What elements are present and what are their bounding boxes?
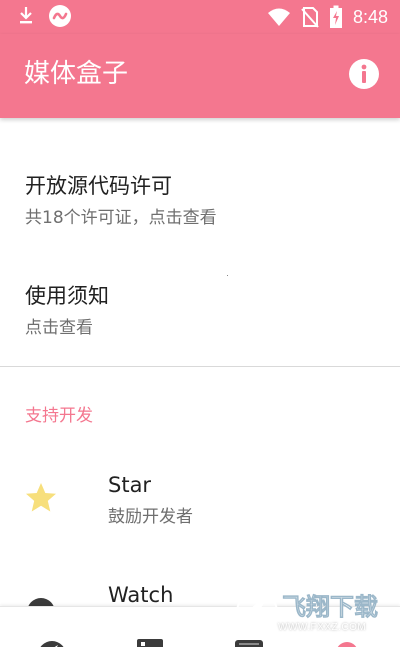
status-bar: 8:48 [0,0,400,34]
gear-icon[interactable] [329,637,365,647]
app-notification-icon [48,4,72,28]
watermark-domain: WWW.FXXZ.COM [278,622,367,633]
star-icon [24,481,58,515]
star-item[interactable]: Star 鼓励开发者 [0,452,400,562]
app-bar: 媒体盒子 [0,34,400,118]
section-header: 支持开发 [25,406,93,426]
image-icon[interactable] [132,637,168,647]
artifact-dot [227,275,228,276]
item-subtitle: 鼓励开发者 [108,507,193,527]
info-button[interactable] [348,58,380,90]
divider [0,366,400,367]
item-title: Star [108,473,152,497]
item-title: 开放源代码许可 [25,174,172,198]
item-subtitle: 点击查看 [25,318,93,338]
app-screen: 8:48 媒体盒子 开放源代码许可 共18个许可证，点击查看 使用须知 点击查看… [0,0,400,647]
compass-icon[interactable] [34,637,70,647]
item-title: 使用须知 [25,284,109,308]
wifi-icon [267,7,291,27]
battery-charging-icon [329,5,343,29]
open-source-licenses-item[interactable]: 开放源代码许可 共18个许可证，点击查看 [0,118,400,244]
item-title: Watch [108,583,174,607]
usage-notice-item[interactable]: 使用须知 点击查看 [0,244,400,364]
svg-text:飞翔下载: 飞翔下载 [282,593,378,621]
info-icon [349,59,379,89]
app-title: 媒体盒子 [24,59,129,89]
clock: 8:48 [352,7,388,27]
inbox-icon[interactable] [231,637,267,647]
item-subtitle: 共18个许可证，点击查看 [25,208,217,228]
download-icon [18,6,34,26]
no-sim-icon [301,6,319,28]
